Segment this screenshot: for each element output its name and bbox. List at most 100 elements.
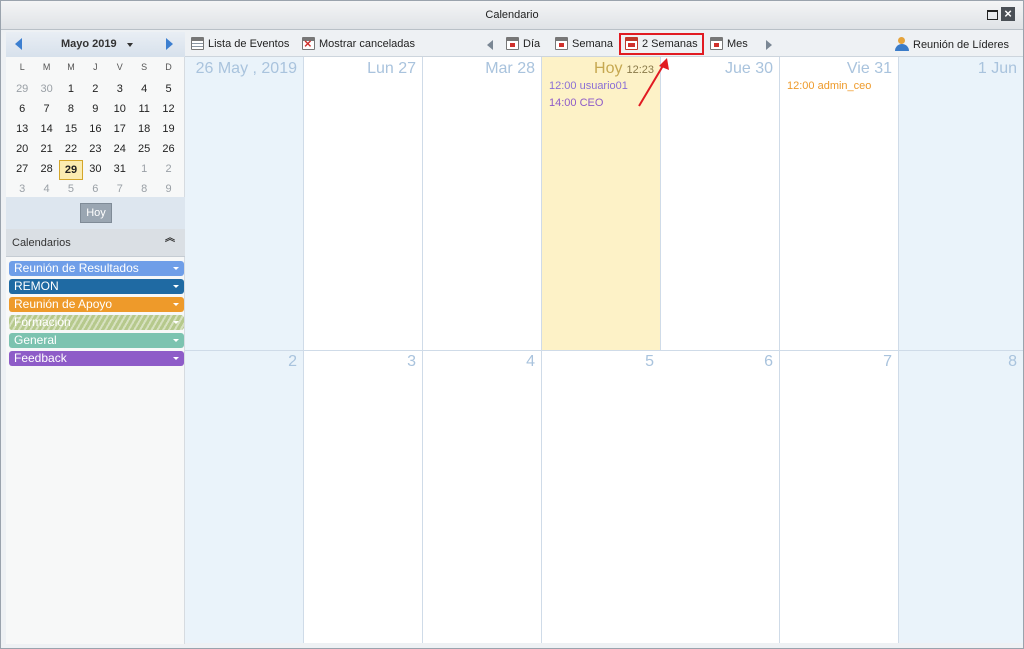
day-cell[interactable]: 8 — [59, 100, 83, 120]
calendars-header: Calendarios ︽ — [6, 229, 185, 257]
day-cell[interactable]: 31 — [108, 160, 132, 180]
day-view-button[interactable]: Día — [506, 37, 540, 53]
calendar-selector-button[interactable]: Reunión de Líderes — [895, 37, 1009, 53]
day-cell[interactable]: 30 — [83, 160, 107, 180]
calendar-window: Calendario × Mayo 2019 L M M J V S D 29 … — [0, 0, 1024, 649]
event-list-button[interactable]: Lista de Eventos — [191, 37, 289, 53]
day-cell[interactable]: 23 — [83, 140, 107, 160]
close-icon[interactable]: × — [1001, 7, 1015, 21]
event-ceo[interactable]: 14:00 CEO — [549, 97, 603, 109]
day-cell[interactable]: 2 — [83, 80, 107, 100]
weekday-label: M — [67, 62, 75, 72]
weekday-label: D — [165, 62, 172, 72]
day-view-label: Día — [523, 38, 541, 50]
day-cell[interactable]: 1 — [59, 80, 83, 100]
day-cell[interactable]: 30 — [34, 80, 58, 100]
calendar-day-icon — [506, 37, 519, 50]
day-cell[interactable]: 16 — [83, 120, 107, 140]
chevron-down-icon[interactable] — [173, 339, 179, 342]
chevron-down-icon[interactable] — [173, 285, 179, 288]
chevron-down-icon[interactable] — [173, 357, 179, 360]
week-view-button[interactable]: Semana — [555, 37, 613, 53]
month-view-label: Mes — [727, 38, 748, 50]
day-header: 1 Jun — [977, 60, 1017, 77]
chevron-down-icon[interactable] — [173, 321, 179, 324]
day-cell[interactable]: 5 — [156, 80, 180, 100]
day-cell[interactable]: 17 — [108, 120, 132, 140]
mini-calendar-month[interactable]: Mayo 2019 — [61, 38, 117, 50]
maximize-icon[interactable] — [985, 7, 999, 21]
day-header: 26 May , 2019 — [195, 60, 297, 77]
collapse-icon[interactable]: ︽ — [165, 234, 175, 244]
chevron-down-icon[interactable] — [127, 43, 133, 47]
day-header: Lun 27 — [367, 60, 416, 77]
calendar-item-formacion[interactable]: Formación — [9, 315, 184, 330]
day-cell[interactable]: 24 — [108, 140, 132, 160]
prev-month-icon[interactable] — [15, 38, 22, 50]
event-usuario01[interactable]: 12:00 usuario01 — [549, 80, 628, 92]
today-lower-cell — [542, 351, 661, 643]
day-cell[interactable]: 1 — [132, 160, 156, 180]
day-cell[interactable]: 22 — [59, 140, 83, 160]
day-cell[interactable]: 13 — [10, 120, 34, 140]
prev-period-icon[interactable] — [487, 40, 493, 50]
day-cell[interactable]: 18 — [132, 120, 156, 140]
calendar-item-remon[interactable]: REMON — [9, 279, 184, 294]
day-cell[interactable]: 9 — [83, 100, 107, 120]
day-cell[interactable]: 12 — [156, 100, 180, 120]
day-cell[interactable]: 14 — [34, 120, 58, 140]
week-row: 29 30 1 2 3 4 5 — [10, 80, 181, 100]
chevron-down-icon[interactable] — [173, 267, 179, 270]
day-cell[interactable]: 28 — [34, 160, 58, 180]
two-week-grid: 26 May , 2019 2 Lun 27 3 Mar 28 4 Hoy 12:… — [185, 57, 1023, 643]
day-cell[interactable]: 15 — [59, 120, 83, 140]
day-number: 7 — [883, 353, 892, 370]
day-cell[interactable]: 7 — [34, 100, 58, 120]
calendar-item-label: Reunión de Apoyo — [14, 297, 113, 311]
calendars-title: Calendarios — [12, 237, 71, 249]
mini-calendar-header: Mayo 2019 — [6, 32, 185, 57]
show-cancelled-button[interactable]: Mostrar canceladas — [302, 37, 415, 53]
week-separator — [185, 350, 1023, 351]
day-cell[interactable]: 11 — [132, 100, 156, 120]
chevron-down-icon[interactable] — [173, 303, 179, 306]
day-cell[interactable]: 19 — [156, 120, 180, 140]
calendar-item-feedback[interactable]: Feedback — [9, 351, 184, 366]
week-view-label: Semana — [572, 38, 613, 50]
day-cell[interactable]: 10 — [108, 100, 132, 120]
event-admin-ceo[interactable]: 12:00 admin_ceo — [787, 80, 871, 92]
day-cell[interactable]: 21 — [34, 140, 58, 160]
day-header: Vie 31 — [846, 60, 892, 77]
day-cell[interactable]: 3 — [108, 80, 132, 100]
weekday-label: V — [116, 62, 123, 72]
day-cell[interactable]: 27 — [10, 160, 34, 180]
calendar-item-label: Formación — [14, 315, 71, 329]
month-view-button[interactable]: Mes — [710, 37, 748, 53]
next-period-icon[interactable] — [766, 40, 772, 50]
calendar-selector-label: Reunión de Líderes — [913, 39, 1010, 51]
week-row: 13 14 15 16 17 18 19 — [10, 120, 181, 140]
day-number: 8 — [1008, 353, 1017, 370]
today-label: Hoy — [594, 60, 623, 77]
weekday-label: L — [19, 62, 25, 72]
day-cell[interactable]: 6 — [10, 100, 34, 120]
day-number: 5 — [645, 353, 654, 370]
day-header: Jue 30 — [724, 60, 773, 77]
calendar-item-reunion-resultados[interactable]: Reunión de Resultados — [9, 261, 184, 276]
day-cell[interactable]: 26 — [156, 140, 180, 160]
calendar-item-label: Reunión de Resultados — [14, 261, 139, 275]
day-cell[interactable]: 20 — [10, 140, 34, 160]
selected-view-highlight — [619, 33, 704, 55]
next-month-icon[interactable] — [166, 38, 173, 50]
weekday-label: M — [42, 62, 51, 72]
day-cell-today[interactable]: 29 — [58, 160, 84, 180]
day-cell[interactable]: 29 — [10, 80, 34, 100]
calendar-item-reunion-apoyo[interactable]: Reunión de Apoyo — [9, 297, 184, 312]
today-button[interactable]: Hoy — [80, 203, 112, 223]
day-header: Mar 28 — [485, 60, 535, 77]
day-cell[interactable]: 2 — [156, 160, 180, 180]
weekday-label: S — [141, 62, 148, 72]
calendar-item-general[interactable]: General — [9, 333, 184, 348]
day-cell[interactable]: 25 — [132, 140, 156, 160]
day-cell[interactable]: 4 — [132, 80, 156, 100]
